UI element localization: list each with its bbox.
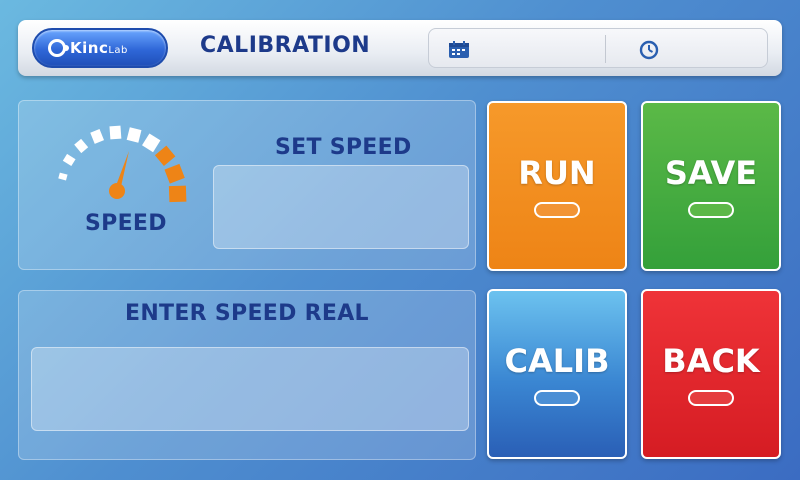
speed-panel: SPEED SET SPEED <box>18 100 476 270</box>
calib-button-label: CALIB <box>504 342 610 380</box>
page-title: CALIBRATION <box>200 33 371 58</box>
enter-speed-real-label: ENTER SPEED REAL <box>125 301 369 326</box>
save-indicator <box>688 202 734 218</box>
speed-real-input[interactable] <box>31 347 469 431</box>
set-speed-label: SET SPEED <box>275 135 412 160</box>
save-button[interactable]: SAVE <box>641 101 781 271</box>
logo-suffix: Lab <box>108 45 128 56</box>
set-speed-input[interactable] <box>213 165 469 249</box>
datetime-box <box>428 28 768 68</box>
clock-icon <box>639 40 659 60</box>
header-bar: KincLab CALIBRATION <box>18 20 782 76</box>
logo-mark-icon <box>48 39 69 57</box>
run-button[interactable]: RUN <box>487 101 627 271</box>
save-button-label: SAVE <box>664 154 758 192</box>
back-button-label: BACK <box>662 342 760 380</box>
speed-label: SPEED <box>85 211 167 236</box>
run-button-label: RUN <box>518 154 596 192</box>
speedometer-icon <box>58 125 187 203</box>
calendar-icon <box>449 41 469 58</box>
divider <box>605 35 606 63</box>
run-indicator <box>534 202 580 218</box>
calib-button[interactable]: CALIB <box>487 289 627 459</box>
back-button[interactable]: BACK <box>641 289 781 459</box>
logo-text: Kinc <box>70 39 109 57</box>
speed-real-panel: ENTER SPEED REAL <box>18 290 476 460</box>
logo: KincLab <box>32 28 168 68</box>
back-indicator <box>688 390 734 406</box>
calib-indicator <box>534 390 580 406</box>
